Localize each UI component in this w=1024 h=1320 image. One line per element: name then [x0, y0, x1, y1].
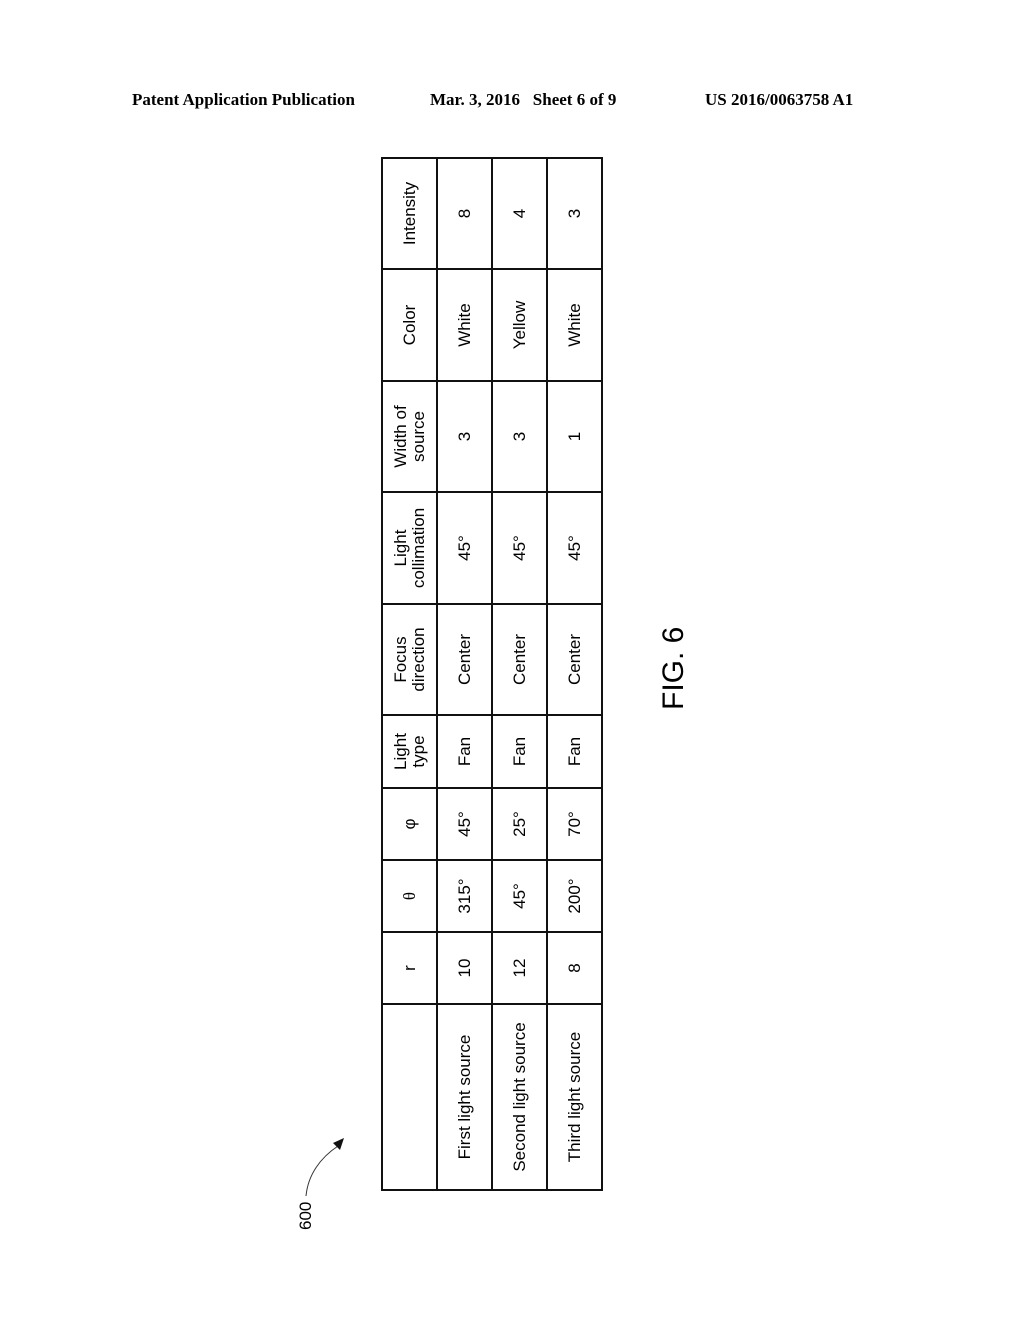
cell-intensity: 8	[437, 158, 492, 269]
publication-type: Patent Application Publication	[132, 90, 355, 109]
row-label: Third light source	[547, 1004, 602, 1190]
cell-focus-direction: Center	[492, 604, 547, 715]
cell-focus-direction: Center	[437, 604, 492, 715]
cell-light-type: Fan	[437, 715, 492, 788]
header-cell-phi: φ	[382, 788, 437, 860]
header-cell-intensity: Intensity	[382, 158, 437, 269]
cell-theta: 315°	[437, 860, 492, 932]
cell-r: 8	[547, 932, 602, 1004]
cell-light-collimation: 45°	[437, 492, 492, 604]
cell-theta: 45°	[492, 860, 547, 932]
reference-arrow-icon	[305, 1138, 344, 1197]
cell-light-collimation: 45°	[547, 492, 602, 604]
row-label: First light source	[437, 1004, 492, 1190]
cell-theta: 200°	[547, 860, 602, 932]
cell-light-type: Fan	[547, 715, 602, 788]
date-sheet: Mar. 3, 2016 Sheet 6 of 9	[430, 90, 617, 109]
table-row: First light source 10 315° 45° Fan Cente…	[437, 158, 492, 1190]
header-cell-light-collimation: Light collimation	[382, 492, 437, 604]
table-header-row: r θ φ Light type Focus direction Light c…	[382, 158, 437, 1190]
header-cell-color: Color	[382, 269, 437, 381]
header-cell-focus-direction: Focus direction	[382, 604, 437, 715]
cell-width-of-source: 1	[547, 381, 602, 492]
light-source-table-wrapper: r θ φ Light type Focus direction Light c…	[381, 158, 602, 1191]
cell-intensity: 3	[547, 158, 602, 269]
light-source-table: r θ φ Light type Focus direction Light c…	[381, 157, 603, 1191]
cell-width-of-source: 3	[492, 381, 547, 492]
cell-light-collimation: 45°	[492, 492, 547, 604]
row-label: Second light source	[492, 1004, 547, 1190]
cell-r: 10	[437, 932, 492, 1004]
header-cell-theta: θ	[382, 860, 437, 932]
cell-color: White	[437, 269, 492, 381]
figure-caption: FIG. 6	[657, 626, 690, 710]
header-cell-r: r	[382, 932, 437, 1004]
cell-light-type: Fan	[492, 715, 547, 788]
header-cell-light-type: Light type	[382, 715, 437, 788]
cell-width-of-source: 3	[437, 381, 492, 492]
publication-number: US 2016/0063758 A1	[705, 90, 854, 109]
table-row: Second light source 12 45° 25° Fan Cente…	[492, 158, 547, 1190]
cell-color: Yellow	[492, 269, 547, 381]
cell-intensity: 4	[492, 158, 547, 269]
cell-color: White	[547, 269, 602, 381]
table-row: Third light source 8 200° 70° Fan Center…	[547, 158, 602, 1190]
page-header: Patent Application Publication Mar. 3, 2…	[0, 90, 1024, 112]
cell-r: 12	[492, 932, 547, 1004]
cell-phi: 45°	[437, 788, 492, 860]
cell-phi: 25°	[492, 788, 547, 860]
header-cell-width-of-source: Width of source	[382, 381, 437, 492]
cell-focus-direction: Center	[547, 604, 602, 715]
cell-phi: 70°	[547, 788, 602, 860]
header-cell-blank	[382, 1004, 437, 1190]
reference-numeral: 600	[296, 1201, 315, 1230]
